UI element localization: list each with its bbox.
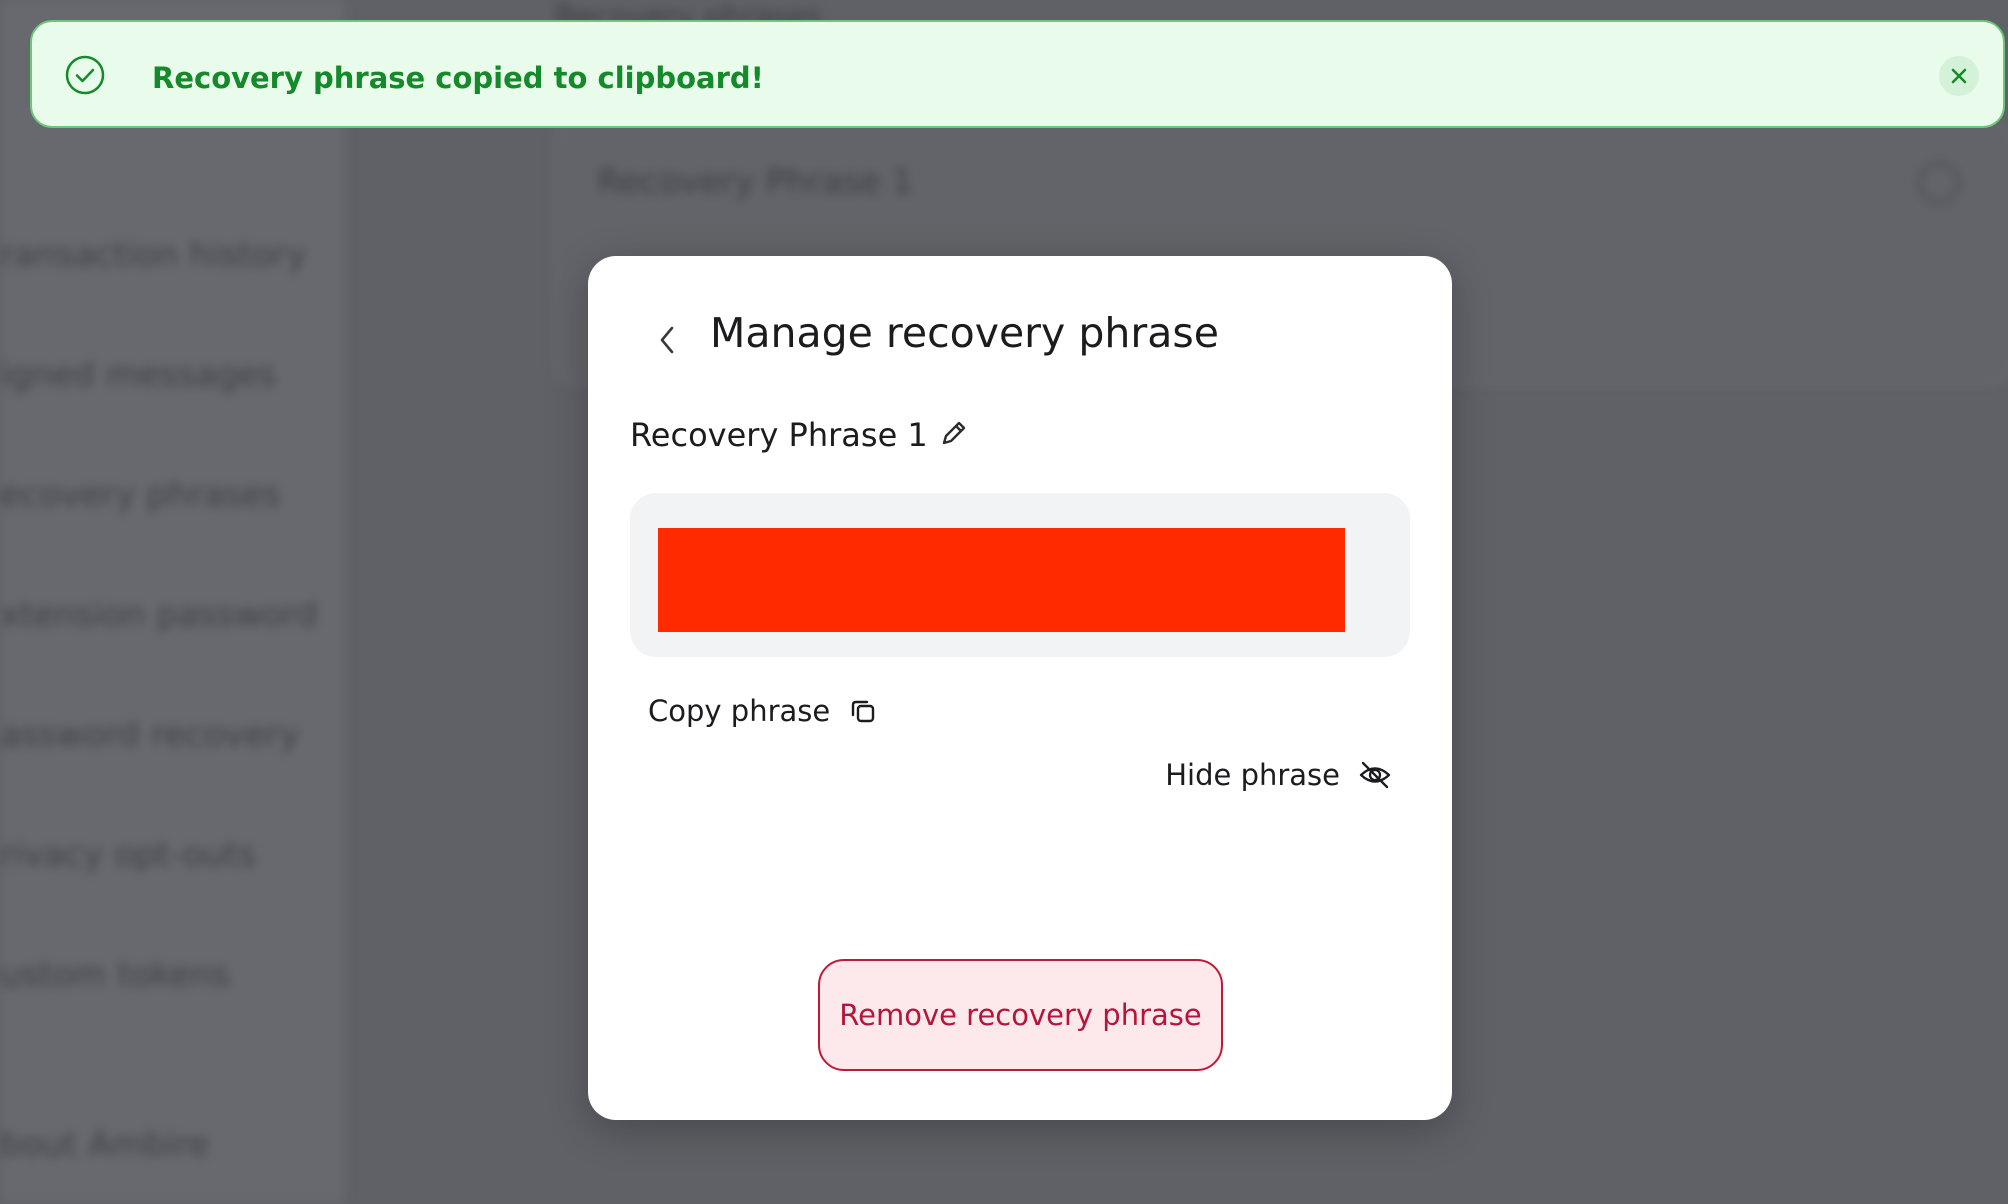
copy-icon	[852, 700, 875, 723]
background-sidebar: ransaction history igned messages ecover…	[0, 0, 347, 1204]
back-button[interactable]	[640, 312, 696, 368]
bg-nav-item: igned messages	[0, 325, 330, 415]
bg-nav-label: rivacy opt-outs	[0, 835, 257, 875]
copy-phrase-button[interactable]: Copy phrase	[648, 686, 878, 736]
success-toast: Recovery phrase copied to clipboard!	[30, 20, 2005, 128]
recovery-phrase-box	[630, 493, 1410, 657]
close-icon	[1951, 68, 1967, 84]
bg-nav-item: ustom tokens	[0, 925, 330, 1015]
bg-nav-item: ransaction history	[0, 205, 330, 295]
bg-nav-item: bout Ambire	[0, 1095, 330, 1185]
phrase-redaction	[658, 528, 1345, 632]
phrase-name: Recovery Phrase 1	[630, 416, 928, 454]
background-card-title: Recovery Phrase 1	[597, 162, 914, 202]
bg-nav-label: xtension password	[0, 595, 318, 635]
toast-close-button[interactable]	[1939, 56, 1979, 96]
bg-nav-item: assword recovery	[0, 685, 330, 775]
bg-nav-label: igned messages	[0, 355, 277, 395]
remove-recovery-phrase-button[interactable]: Remove recovery phrase	[818, 959, 1223, 1071]
bg-nav-label: assword recovery	[0, 715, 300, 755]
bg-nav-label: ustom tokens	[0, 955, 231, 995]
check-circle-icon	[65, 55, 105, 95]
chevron-left-icon	[660, 326, 674, 354]
hide-phrase-label: Hide phrase	[1165, 758, 1340, 792]
manage-recovery-phrase-modal: Manage recovery phrase Recovery Phrase 1…	[588, 256, 1452, 1120]
bg-nav-label: bout Ambire	[0, 1125, 210, 1165]
edit-name-button[interactable]	[935, 416, 971, 454]
bg-nav-item: xtension password	[0, 565, 330, 655]
hide-phrase-button[interactable]: Hide phrase	[1165, 750, 1392, 800]
bg-nav-label: ransaction history	[0, 235, 307, 275]
eye-off-icon	[1359, 761, 1391, 789]
background-card-icon	[1918, 162, 1960, 204]
bg-nav-label: ecovery phrases	[0, 475, 281, 515]
bg-nav-item: rivacy opt-outs	[0, 805, 330, 895]
toast-message: Recovery phrase copied to clipboard!	[152, 61, 764, 95]
copy-phrase-label: Copy phrase	[648, 694, 831, 728]
pencil-icon	[942, 421, 966, 445]
modal-title: Manage recovery phrase	[710, 309, 1219, 357]
bg-nav-item: ecovery phrases	[0, 445, 330, 535]
